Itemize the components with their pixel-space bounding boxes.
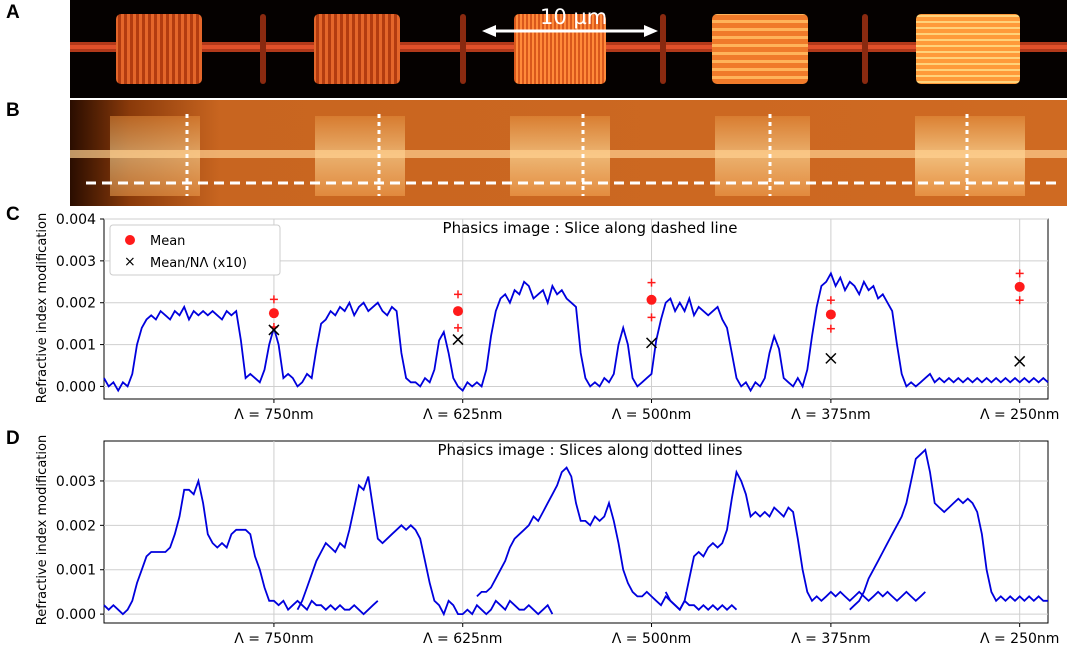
legend-cross-marker: ×: [124, 254, 136, 270]
legend-mean-marker: [125, 235, 135, 245]
chart-d-slice-line-4: [664, 469, 926, 612]
chart-d-xtick-label: Λ = 750nm: [234, 631, 313, 647]
mean-point: [825, 309, 836, 320]
mean-point: [1014, 281, 1025, 292]
legend-normalized-label: Mean/NΛ (x10): [150, 256, 247, 271]
chart-d-frame: [103, 440, 1049, 624]
chart-c-ylabel: Refractive index modification: [35, 213, 50, 403]
chart-c-title: Phasics image : Slice along dashed line: [443, 219, 738, 237]
chart-d-xtick-label: Λ = 375nm: [791, 631, 870, 647]
chart-d-xtick-label: Λ = 625nm: [423, 631, 502, 647]
chart-c-ytick-label: 0.002: [56, 296, 96, 312]
chart-d-ytick-label: 0.003: [56, 474, 96, 490]
chart-c-xtick-label: Λ = 500nm: [612, 407, 691, 423]
chart-c-ytick-label: 0.001: [56, 338, 96, 354]
chart-c-legend: Mean × Mean/NΛ (x10): [109, 224, 281, 276]
chart-d-title: Phasics image : Slices along dotted line…: [438, 441, 743, 459]
chart-d-ytick-label: 0.001: [56, 563, 96, 579]
chart-d-slice-line-3: [476, 466, 738, 612]
chart-c-xtick-label: Λ = 375nm: [791, 407, 870, 423]
chart-d: 0.000 0.001 0.002 0.003 Λ = 750nm Λ = 625nm Λ…: [35, 435, 1059, 647]
mean-point: [453, 306, 463, 317]
chart-d-xtick-label: Λ = 500nm: [612, 631, 691, 647]
chart-c-ytick-label: 0.003: [56, 254, 96, 270]
chart-d-ytick-label: 0.002: [56, 518, 96, 534]
chart-d-slice-line-5: [849, 448, 1048, 611]
chart-d-xtick-label: Λ = 250nm: [980, 631, 1059, 647]
chart-c-ytick-label: 0.000: [56, 379, 96, 395]
chart-c-ytick-label: 0.004: [56, 212, 96, 228]
chart-c-xtick-label: Λ = 250nm: [980, 407, 1059, 423]
mean-point: [268, 308, 279, 319]
chart-d-ylabel: Refractive index modification: [35, 435, 50, 625]
chart-plots: 0.000 0.001 0.002 0.003 0.004 Λ = 750nm Λ = 6…: [35, 212, 1059, 647]
chart-d-ytick-label: 0.000: [56, 607, 96, 623]
normalized-mean-point: [452, 334, 464, 346]
chart-c-xtick-label: Λ = 625nm: [423, 407, 502, 423]
chart-c-profile-line: [103, 271, 1049, 393]
mean-point: [646, 294, 657, 305]
chart-c-xtick-label: Λ = 750nm: [234, 407, 313, 423]
legend-mean-label: Mean: [150, 234, 185, 249]
chart-c: 0.000 0.001 0.002 0.003 0.004 Λ = 750nm Λ = 6…: [35, 212, 1059, 423]
chart-d-slice-line-2: [296, 476, 554, 617]
